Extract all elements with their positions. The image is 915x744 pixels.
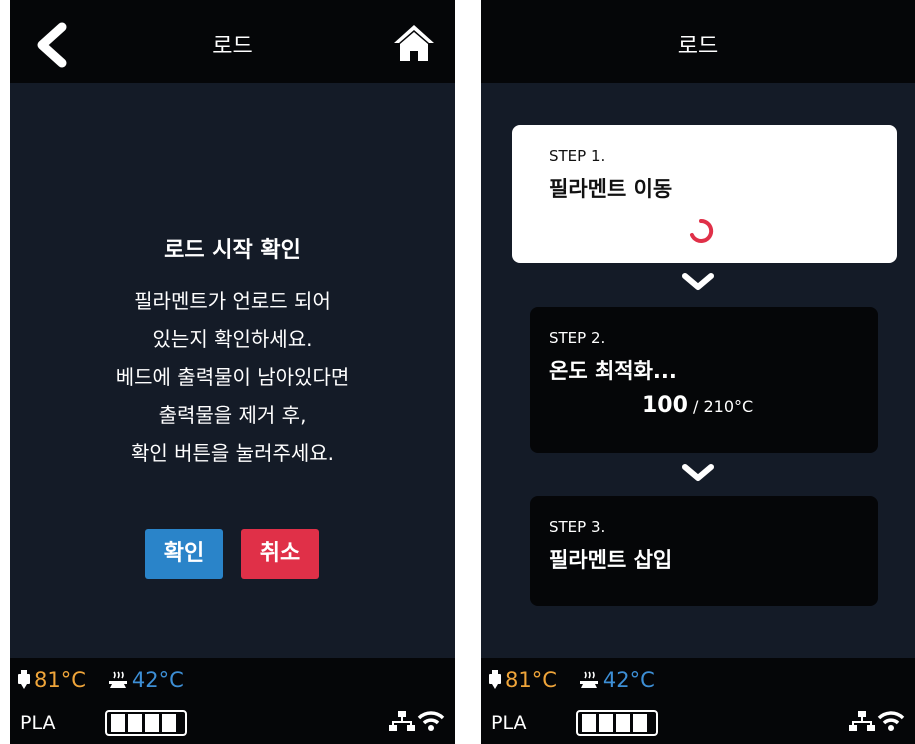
- top-bar: 로드: [10, 0, 455, 83]
- ethernet-icon: [389, 711, 415, 731]
- temperature-row: 81°C 42°C: [489, 668, 655, 692]
- step-name: 필라멘트 삽입: [549, 548, 673, 572]
- level-segment: [582, 714, 596, 732]
- network-status: [849, 710, 905, 732]
- level-segment: [128, 714, 142, 732]
- level-segment: [599, 714, 613, 732]
- dialog-message: 필라멘트가 언로드 되어 있는지 확인하세요. 베드에 출력물이 남아있다면 출…: [10, 282, 455, 472]
- target-temperature: / 210°C: [687, 397, 754, 416]
- step-card: STEP 3. 필라멘트 삽입: [530, 496, 878, 606]
- page-title: 로드: [677, 34, 719, 59]
- home-icon: [394, 25, 434, 61]
- chevron-down-icon: [682, 273, 714, 290]
- nozzle-temperature: 81°C: [505, 668, 557, 692]
- message-line: 필라멘트가 언로드 되어: [134, 289, 331, 313]
- dialog-title: 로드 시작 확인: [164, 238, 301, 263]
- current-temperature: 100: [642, 393, 688, 418]
- step-temperature: 100 / 210°C: [642, 393, 753, 418]
- wifi-icon: [877, 711, 905, 731]
- level-segment: [145, 714, 159, 732]
- network-status: [389, 710, 445, 732]
- cancel-button[interactable]: 취소: [241, 529, 319, 579]
- bed-temperature: 42°C: [602, 668, 655, 692]
- ethernet-icon: [849, 711, 875, 731]
- status-bar: 81°C 42°C PLA: [481, 658, 915, 744]
- page-title: 로드: [212, 34, 253, 59]
- top-bar: 로드: [481, 0, 915, 83]
- loading-spinner-icon: [690, 218, 714, 243]
- level-segment: [616, 714, 630, 732]
- chevron-down-icon: [682, 464, 714, 481]
- step-label: STEP 2.: [549, 329, 606, 347]
- message-line: 베드에 출력물이 남아있다면: [115, 365, 350, 389]
- material-label: PLA: [491, 712, 527, 734]
- nozzle-icon: [18, 670, 30, 689]
- load-progress-screen: 로드 STEP 1. 필라멘트 이동 STEP 2. 온도 최적화... 100…: [481, 0, 915, 744]
- bed-temperature: 42°C: [131, 668, 184, 692]
- step-name: 온도 최적화...: [549, 359, 677, 383]
- step-card-active: STEP 1. 필라멘트 이동: [512, 125, 897, 263]
- step-card: STEP 2. 온도 최적화... 100 / 210°C: [530, 307, 878, 453]
- step-label: STEP 3.: [549, 518, 606, 536]
- level-segment: [111, 714, 125, 732]
- bed-icon: [108, 671, 127, 688]
- message-line: 확인 버튼을 눌러주세요.: [130, 441, 335, 465]
- material-label: PLA: [20, 712, 56, 734]
- bed-icon: [579, 671, 598, 688]
- message-line: 출력물을 제거 후,: [158, 403, 307, 427]
- filament-level-indicator: [576, 710, 658, 736]
- step-label: STEP 1.: [549, 147, 606, 165]
- temperature-row: 81°C 42°C: [18, 668, 184, 692]
- load-confirm-screen: 로드 로드 시작 확인 필라멘트가 언로드 되어 있는지 확인하세요. 베드에 …: [10, 0, 455, 744]
- step-name: 필라멘트 이동: [549, 177, 673, 201]
- nozzle-temperature: 81°C: [34, 668, 86, 692]
- home-button[interactable]: [391, 22, 437, 64]
- message-line: 있는지 확인하세요.: [152, 327, 313, 351]
- level-segment: [633, 714, 647, 732]
- wifi-icon: [417, 711, 445, 731]
- status-bar: 81°C 42°C PLA: [10, 658, 455, 744]
- confirm-button[interactable]: 확인: [145, 529, 223, 579]
- level-segment: [162, 714, 176, 732]
- filament-level-indicator: [105, 710, 187, 736]
- nozzle-icon: [489, 670, 501, 689]
